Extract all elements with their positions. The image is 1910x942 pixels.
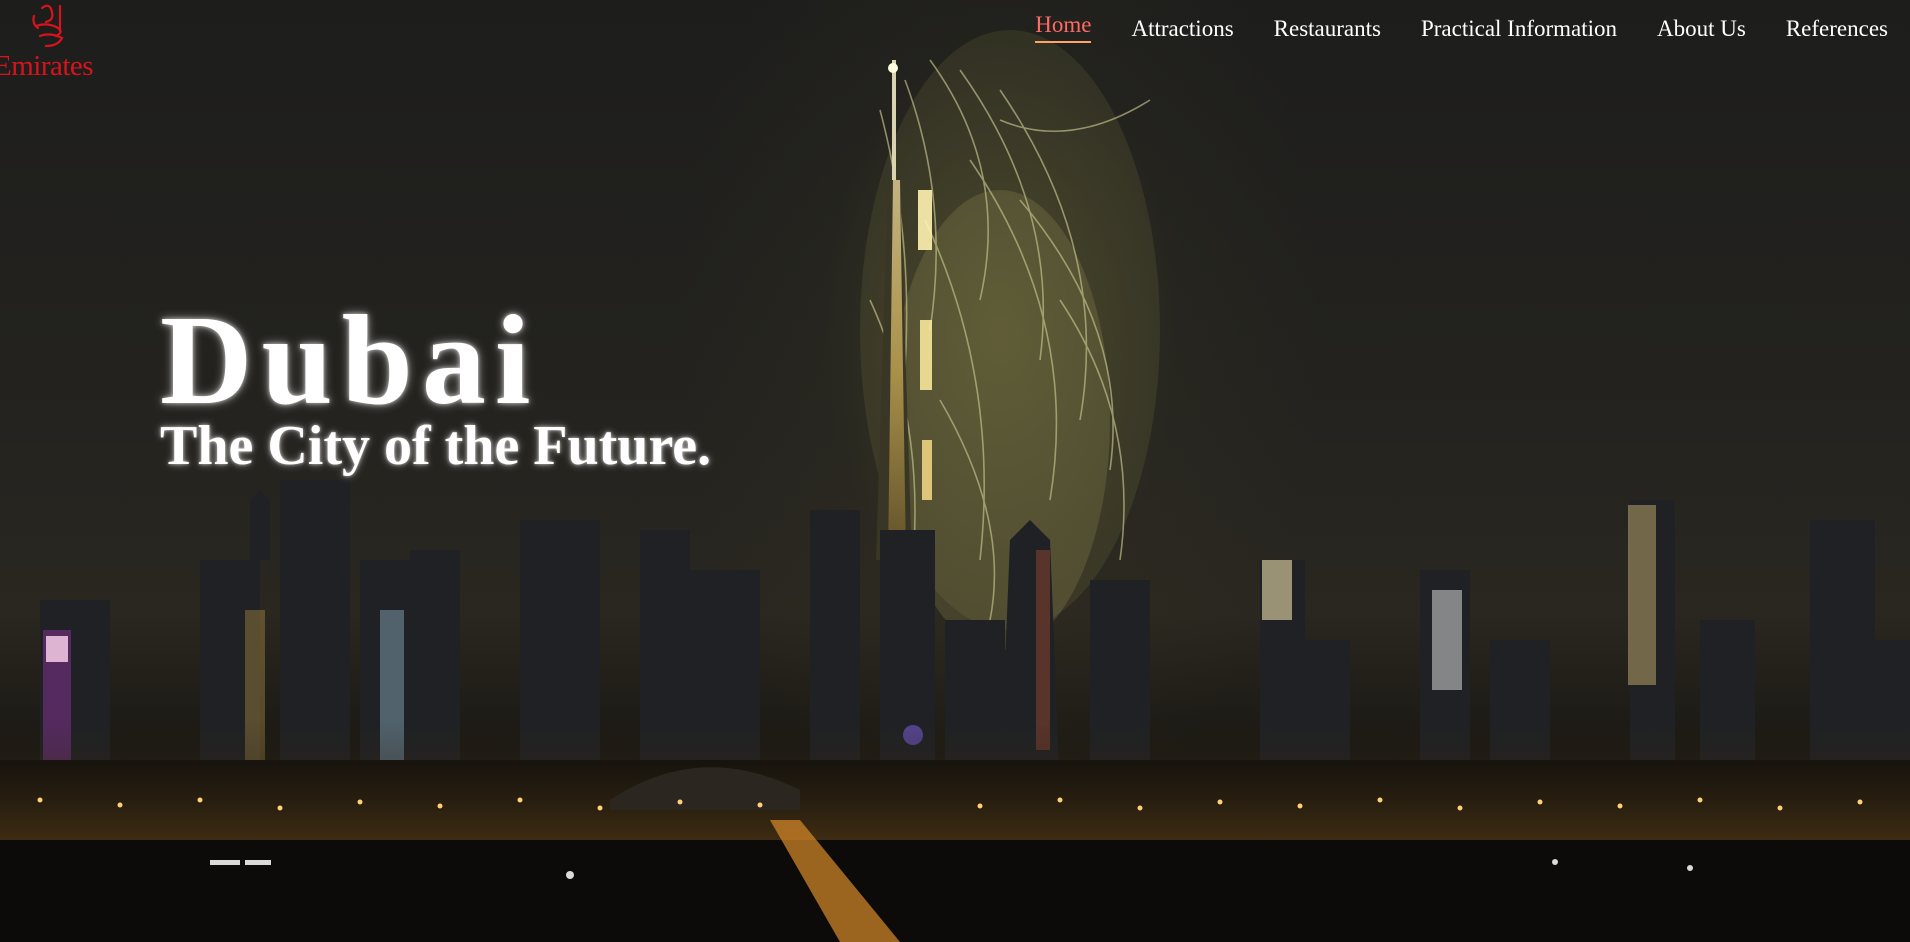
nav-link-home[interactable]: Home — [1035, 12, 1092, 43]
main-navigation: Home Attractions Restaurants Practical I… — [995, 12, 1888, 47]
nav-link-practical-information[interactable]: Practical Information — [1421, 16, 1617, 45]
hero-subtitle: The City of the Future. — [160, 415, 712, 477]
nav-link-restaurants[interactable]: Restaurants — [1274, 16, 1381, 45]
hero-heading: Dubai The City of the Future. — [160, 296, 711, 474]
emirates-calligraphy-icon — [32, 4, 64, 48]
hero-title: Dubai — [160, 289, 540, 431]
page: Emirates Home Attractions Restaurants Pr… — [0, 0, 1910, 942]
nav-link-attractions[interactable]: Attractions — [1131, 16, 1233, 45]
emirates-logo[interactable]: Emirates — [0, 0, 110, 86]
brand-name: Emirates — [0, 50, 94, 82]
nav-link-references[interactable]: References — [1786, 16, 1888, 45]
nav-link-about-us[interactable]: About Us — [1657, 16, 1746, 45]
